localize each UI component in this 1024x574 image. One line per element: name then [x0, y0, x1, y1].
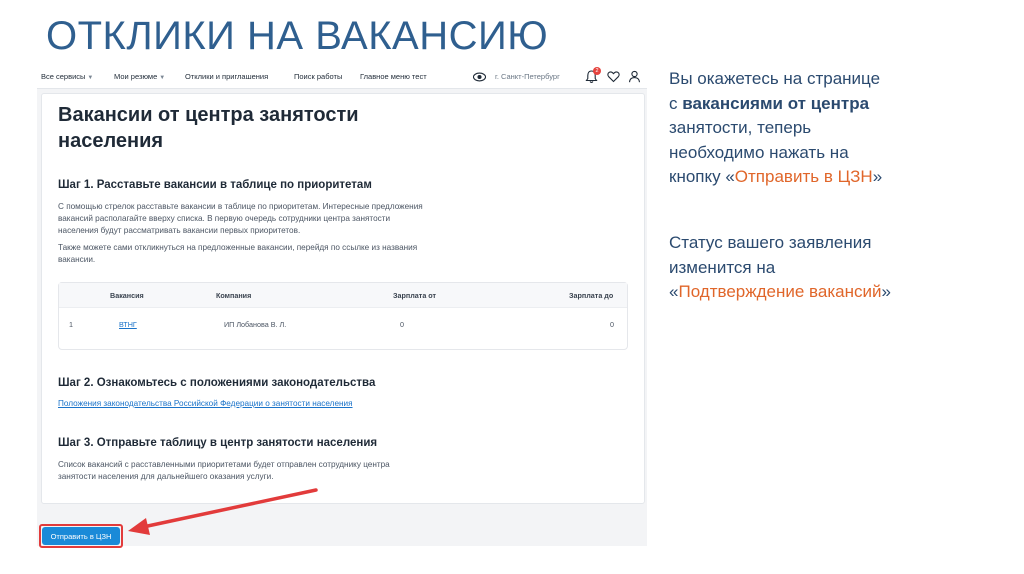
user-icon[interactable]: [628, 70, 641, 83]
table-header: Вакансия Компания Зарплата от Зарплата д…: [59, 283, 627, 308]
column-header-salary-from: Зарплата от: [393, 291, 437, 300]
page-title: Вакансии от центра занятости населения: [58, 104, 359, 152]
vacancies-table: Вакансия Компания Зарплата от Зарплата д…: [58, 282, 628, 350]
salary-to: 0: [610, 320, 614, 329]
step3-description: Список вакансий с расставленными приорит…: [58, 460, 390, 481]
step3-title: Шаг 3. Отправьте таблицу в центр занятос…: [58, 437, 378, 449]
status-text: Статус вашего заявления изменится на «По…: [669, 233, 891, 301]
column-header-salary-to: Зарплата до: [569, 291, 614, 300]
vacancies-card: Вакансии от центра занятости населения Ш…: [41, 93, 645, 504]
notification-badge: 2: [593, 67, 601, 75]
step2-title: Шаг 2. Ознакомьтесь с положениями законо…: [58, 377, 376, 389]
button-highlight-frame: [39, 524, 123, 548]
nav-job-search[interactable]: Поиск работы: [294, 72, 342, 81]
row-number: 1: [69, 320, 73, 329]
nav-my-resumes[interactable]: Мои резюме ▼: [114, 72, 165, 81]
step1-description-2: Также можете сами откликнуться на предло…: [58, 243, 418, 264]
eye-icon[interactable]: [473, 71, 486, 83]
salary-from: 0: [400, 320, 404, 329]
legislation-link[interactable]: Положения законодательства Российской Фе…: [58, 399, 353, 408]
slide-title: ОТКЛИКИ НА ВАКАНСИЮ: [46, 14, 549, 58]
chevron-down-icon: ▼: [159, 75, 166, 81]
top-navigation-bar: Все сервисы ▼ Мои резюме ▼ Отклики и пригл…: [37, 66, 647, 89]
website-screenshot: Все сервисы ▼ Мои резюме ▼ Отклики и пригл…: [37, 66, 647, 546]
chevron-down-icon: ▼: [87, 75, 94, 81]
heart-icon[interactable]: [607, 70, 620, 83]
column-header-vacancy: Вакансия: [110, 291, 144, 300]
vacancy-link[interactable]: ВТНГ: [119, 320, 137, 329]
nav-all-services[interactable]: Все сервисы ▼: [41, 72, 93, 81]
nav-main-menu-test[interactable]: Главное меню тест: [360, 72, 427, 81]
company-name: ИП Лобанова В. Л.: [224, 320, 287, 329]
city-selector[interactable]: г. Санкт-Петербург: [495, 72, 560, 81]
step1-title: Шаг 1. Расставьте вакансии в таблице по …: [58, 179, 372, 191]
nav-responses-invitations[interactable]: Отклики и приглашения: [185, 72, 268, 81]
instruction-text: Вы окажетесь на странице с вакансиями от…: [669, 69, 883, 186]
column-header-company: Компания: [216, 291, 252, 300]
step1-description: С помощью стрелок расставьте вакансии в …: [58, 202, 423, 235]
